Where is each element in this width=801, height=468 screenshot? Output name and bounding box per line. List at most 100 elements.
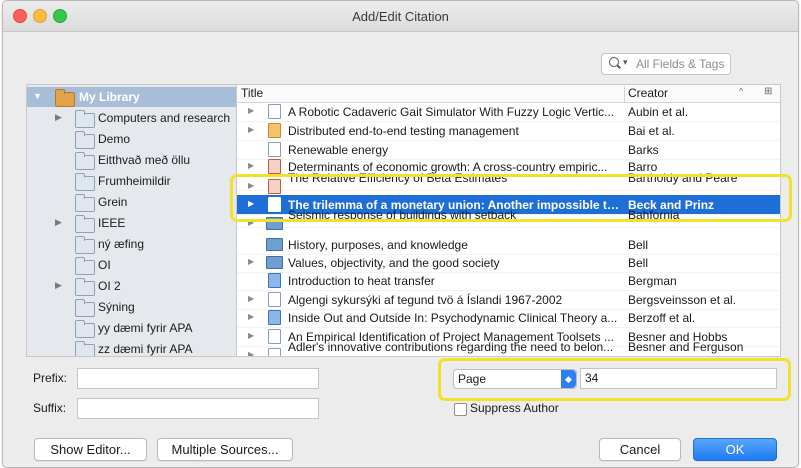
list-item[interactable]: ▶ Values, objectivity, and the good socie… (237, 253, 780, 273)
disclosure-closed-icon[interactable]: ▶ (248, 218, 254, 227)
item-title: Algengi sykursýki af tegund tvö á Ísland… (288, 293, 563, 307)
journal-item-icon (268, 310, 281, 325)
list-item[interactable]: ▶ Algengi sykursýki af tegund tvö á Íslan… (237, 290, 780, 310)
disclosure-closed-icon[interactable]: ▶ (248, 350, 254, 356)
item-title: Renewable energy (288, 143, 389, 157)
sidebar-item[interactable]: ▼ My Library (27, 87, 236, 107)
item-title: History, purposes, and knowledge (288, 238, 468, 252)
document-item-icon (268, 292, 281, 307)
sidebar-item[interactable]: yy dæmi fyrir APA (27, 318, 236, 338)
list-item[interactable]: Introduction to heat transfer Bergman (237, 271, 780, 291)
disclosure-closed-icon[interactable]: ▶ (55, 112, 62, 123)
column-picker-icon[interactable]: ⊞ (764, 86, 772, 97)
document-item-icon (268, 329, 281, 344)
list-item[interactable]: ▶ Seismic response of buildings with setb… (237, 208, 780, 230)
item-title: Inside Out and Outside In: Psychodynamic… (288, 311, 618, 325)
item-title: A Robotic Cadaveric Gait Simulator With … (288, 105, 615, 119)
item-creator: Bartholdy and Peare (628, 171, 738, 185)
sidebar-item-label: Frumheimildir (98, 174, 171, 188)
search-icon (609, 57, 619, 67)
sidebar-item[interactable]: Frumheimildir (27, 171, 236, 191)
journal-item-icon (268, 273, 281, 288)
disclosure-closed-icon[interactable]: ▶ (248, 199, 254, 208)
multiple-sources-button[interactable]: Multiple Sources... (157, 438, 293, 461)
locator-type-select[interactable]: Page ◆ (453, 369, 577, 389)
item-creator: Bergsveinsson et al. (628, 293, 737, 307)
show-editor-button[interactable]: Show Editor... (34, 438, 147, 461)
sidebar-item[interactable]: ▶ IEEE (27, 213, 236, 233)
items-list: Title Creator ^ ⊞ ▶ A Robotic Cadaveric G… (236, 84, 781, 357)
sidebar-item-label: My Library (79, 90, 140, 104)
sidebar-item[interactable]: Grein (27, 192, 236, 212)
list-item[interactable]: History, purposes, and knowledge Bell (237, 235, 780, 255)
window-title: Add/Edit Citation (352, 9, 449, 24)
search-placeholder: All Fields & Tags (636, 57, 725, 71)
disclosure-closed-icon[interactable]: ▶ (55, 280, 62, 291)
ok-button[interactable]: OK (693, 438, 777, 461)
sidebar-item-label: Eitthvað með öllu (98, 153, 191, 167)
sidebar-item[interactable]: ▶ Computers and research (27, 108, 236, 128)
sidebar-item-label: yy dæmi fyrir APA (98, 321, 193, 335)
list-item[interactable]: ▶ Inside Out and Outside In: Psychodynami… (237, 308, 780, 328)
search-mode-chevron-icon[interactable]: ▾ (623, 57, 628, 68)
book-item-icon (266, 256, 283, 269)
item-creator: Aubin et al. (628, 105, 689, 119)
sidebar-item-label: ný æfing (98, 237, 145, 251)
item-creator: Barks (628, 143, 659, 157)
disclosure-closed-icon[interactable]: ▶ (248, 161, 254, 170)
book-item-icon (266, 238, 283, 251)
folder-icon (75, 299, 95, 317)
disclosure-closed-icon[interactable]: ▶ (248, 312, 254, 321)
sidebar-item[interactable]: ný æfing (27, 234, 236, 254)
sidebar-item[interactable]: OI (27, 255, 236, 275)
prefix-label: Prefix: (33, 371, 68, 385)
sidebar-item[interactable]: ▶ OI 2 (27, 276, 236, 296)
list-header: Title Creator ^ ⊞ (237, 85, 780, 103)
sort-ascending-icon[interactable]: ^ (739, 86, 743, 96)
disclosure-closed-icon[interactable]: ▶ (248, 331, 254, 340)
prefix-field[interactable] (77, 368, 319, 389)
suppress-author-checkbox[interactable] (454, 403, 467, 416)
sidebar-item[interactable]: zz dæmi fyrir APA (27, 339, 236, 356)
sidebar-item[interactable]: Sýning (27, 297, 236, 317)
sidebar-item-label: Demo (98, 132, 131, 146)
item-title: Introduction to heat transfer (288, 274, 435, 288)
disclosure-open-icon[interactable]: ▼ (33, 91, 42, 101)
creator-column-header[interactable]: Creator (624, 86, 768, 102)
disclosure-closed-icon[interactable]: ▶ (248, 106, 254, 115)
folder-icon (75, 257, 95, 275)
suffix-field[interactable] (77, 398, 319, 419)
list-item[interactable]: ▶ A Robotic Cadaveric Gait Simulator With… (237, 102, 780, 122)
document-item-icon (268, 104, 281, 119)
library-icon (55, 89, 75, 107)
list-item[interactable]: ▶ Distributed end-to-end testing manageme… (237, 121, 780, 141)
disclosure-closed-icon[interactable]: ▶ (248, 125, 254, 134)
folder-icon (75, 236, 95, 254)
sidebar-item-label: zz dæmi fyrir APA (98, 342, 193, 356)
locator-field[interactable]: 34 (580, 368, 777, 389)
disclosure-closed-icon[interactable]: ▶ (55, 217, 62, 228)
list-item[interactable]: ▶ Adler's innovative contributions regard… (237, 340, 780, 356)
cancel-button[interactable]: Cancel (599, 438, 681, 461)
list-item[interactable]: ▶ The Relative Efficiency of Beta Estimat… (237, 171, 780, 194)
disclosure-closed-icon[interactable]: ▶ (248, 257, 254, 266)
disclosure-closed-icon[interactable]: ▶ (248, 294, 254, 303)
item-title: Distributed end-to-end testing managemen… (288, 124, 519, 138)
folder-icon (75, 215, 95, 233)
item-creator: Bergman (628, 274, 677, 288)
search-field[interactable]: ▾ All Fields & Tags (601, 53, 731, 75)
creator-column-label: Creator (628, 86, 669, 100)
document-item-icon (268, 197, 281, 212)
disclosure-closed-icon[interactable]: ▶ (248, 181, 254, 190)
suppress-author-label[interactable]: Suppress Author (470, 401, 559, 415)
folder-icon (75, 278, 95, 296)
locator-type-value: Page (458, 372, 487, 386)
item-title: Values, objectivity, and the good societ… (288, 256, 500, 270)
sidebar-item-label: OI (98, 258, 111, 272)
item-creator: Bahfornia (628, 208, 680, 222)
folder-icon (75, 131, 95, 149)
sidebar-item[interactable]: Demo (27, 129, 236, 149)
title-column-header[interactable]: Title (241, 86, 263, 100)
item-title: The Relative Efficiency of Beta Estimate… (288, 171, 508, 185)
sidebar-item[interactable]: Eitthvað með öllu (27, 150, 236, 170)
